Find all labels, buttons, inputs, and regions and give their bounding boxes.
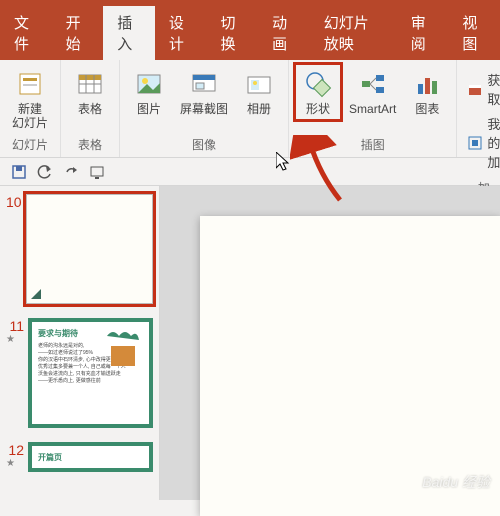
group-addins: 获取 我的加 加 bbox=[457, 60, 500, 157]
album-label: 相册 bbox=[247, 102, 271, 116]
group-illustrations: 形状 SmartArt 图表 插图 bbox=[289, 60, 457, 157]
new-slide-label: 新建 幻灯片 bbox=[12, 102, 48, 130]
save-button[interactable] bbox=[10, 163, 28, 181]
album-button[interactable]: 相册 bbox=[236, 64, 282, 120]
addins-icon bbox=[467, 135, 483, 151]
group-images-label: 图像 bbox=[192, 134, 216, 155]
slide-thumb-10[interactable]: 10 bbox=[6, 194, 153, 304]
tab-slideshow[interactable]: 幻灯片放映 bbox=[310, 6, 397, 60]
tab-transitions[interactable]: 切换 bbox=[207, 6, 259, 60]
album-icon bbox=[243, 68, 275, 100]
group-tables: 表格 表格 bbox=[61, 60, 120, 157]
chart-icon bbox=[411, 68, 443, 100]
slide-thumb-12[interactable]: 12 ★ 开篇页 bbox=[6, 442, 153, 472]
tab-home[interactable]: 开始 bbox=[52, 6, 104, 60]
tab-animations[interactable]: 动画 bbox=[258, 6, 310, 60]
slide-number: 10 bbox=[6, 194, 26, 304]
tab-review[interactable]: 审阅 bbox=[397, 6, 449, 60]
screenshot-icon bbox=[188, 68, 220, 100]
ribbon: 新建 幻灯片 幻灯片 表格 表格 图片 bbox=[0, 60, 500, 158]
smartart-label: SmartArt bbox=[349, 102, 396, 116]
new-slide-icon bbox=[14, 68, 46, 100]
chart-label: 图表 bbox=[415, 102, 439, 116]
tab-file[interactable]: 文件 bbox=[0, 6, 52, 60]
corner-decoration-icon bbox=[31, 289, 41, 299]
pictures-label: 图片 bbox=[137, 102, 161, 116]
table-icon bbox=[74, 68, 106, 100]
get-addins-label: 获取 bbox=[487, 70, 500, 108]
slide-number: 12 bbox=[6, 442, 28, 458]
table-button[interactable]: 表格 bbox=[67, 64, 113, 120]
smartart-button[interactable]: SmartArt bbox=[343, 64, 402, 120]
store-icon bbox=[467, 81, 483, 97]
group-illustrations-label: 插图 bbox=[361, 134, 385, 155]
slide-thumbnail[interactable] bbox=[26, 194, 153, 304]
my-addins-label: 我的加 bbox=[487, 114, 500, 171]
slide-number: 11 bbox=[6, 318, 28, 334]
slide-thumbnail-pane[interactable]: 10 11 ★ 要求与期待 老师的沟永远是对的, ——如过老师说过了95% 你的… bbox=[0, 186, 160, 500]
pictures-icon bbox=[133, 68, 165, 100]
group-tables-label: 表格 bbox=[78, 134, 102, 155]
group-slides: 新建 幻灯片 幻灯片 bbox=[0, 60, 61, 157]
watermark: Baidu 经验 bbox=[422, 472, 490, 492]
table-label: 表格 bbox=[78, 102, 102, 116]
slide-canvas[interactable] bbox=[200, 216, 500, 516]
workspace: 10 11 ★ 要求与期待 老师的沟永远是对的, ——如过老师说过了95% 你的… bbox=[0, 186, 500, 500]
animation-indicator-icon: ★ bbox=[6, 334, 28, 345]
screenshot-button[interactable]: 屏幕截图 bbox=[174, 64, 234, 120]
tab-insert[interactable]: 插入 bbox=[103, 6, 155, 60]
tab-view[interactable]: 视图 bbox=[448, 6, 500, 60]
undo-button[interactable] bbox=[36, 163, 54, 181]
animation-indicator-icon: ★ bbox=[6, 458, 28, 469]
get-addins-button[interactable]: 获取 bbox=[467, 70, 500, 108]
ribbon-tabs: 文件 开始 插入 设计 切换 动画 幻灯片放映 审阅 视图 bbox=[0, 28, 500, 60]
pictures-button[interactable]: 图片 bbox=[126, 64, 172, 120]
redo-button[interactable] bbox=[62, 163, 80, 181]
group-slides-label: 幻灯片 bbox=[12, 134, 48, 155]
my-addins-button[interactable]: 我的加 bbox=[467, 114, 500, 171]
group-images: 图片 屏幕截图 相册 图像 bbox=[120, 60, 289, 157]
shapes-icon bbox=[302, 68, 334, 100]
tab-design[interactable]: 设计 bbox=[155, 6, 207, 60]
start-from-beginning-button[interactable] bbox=[88, 163, 106, 181]
shapes-label: 形状 bbox=[306, 102, 330, 116]
quick-access-toolbar bbox=[0, 158, 500, 186]
shapes-button[interactable]: 形状 bbox=[295, 64, 341, 120]
screenshot-label: 屏幕截图 bbox=[180, 102, 228, 116]
slide-thumb-11[interactable]: 11 ★ 要求与期待 老师的沟永远是对的, ——如过老师说过了95% 你的汉语中… bbox=[6, 318, 153, 428]
slide-thumbnail[interactable]: 开篇页 bbox=[28, 442, 153, 472]
smartart-icon bbox=[357, 68, 389, 100]
slide-edit-area[interactable] bbox=[160, 186, 500, 500]
slide-thumbnail[interactable]: 要求与期待 老师的沟永远是对的, ——如过老师说过了95% 你的汉语中石环清步,… bbox=[28, 318, 153, 428]
chart-button[interactable]: 图表 bbox=[404, 64, 450, 120]
new-slide-button[interactable]: 新建 幻灯片 bbox=[6, 64, 54, 134]
mini-title: 开篇页 bbox=[38, 452, 143, 463]
